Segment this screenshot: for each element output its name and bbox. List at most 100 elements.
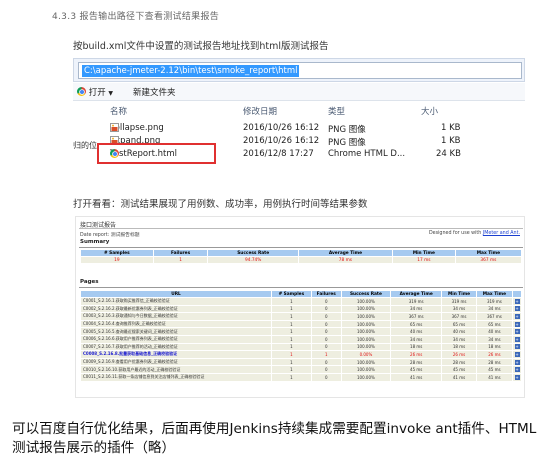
summary-value: 78 ms [298,257,392,263]
section-title: 4.3.3 报告输出路径下查看测试结果报告 [52,12,220,22]
cell-max: 40 ms [476,328,512,335]
table-row[interactable]: C0009_S.2.16.9.查看用户优惠券列表_正确校验验证 1 0 100.00%… [81,358,521,366]
summary-value: 19 [81,257,153,263]
cell-min: 319 ms [442,298,476,305]
expand-icon[interactable]: + [514,306,520,312]
file-size: 24 KB [436,149,461,159]
png-icon [110,123,119,132]
cell-failures: 0 [311,328,341,335]
chrome-icon [77,87,86,96]
summary-value: 94.74% [208,257,298,263]
cell-url[interactable]: C0007_S.2.16.7.获取用户推荐的活动_正确校验验证 [81,343,271,351]
cell-min: 34 ms [442,305,476,313]
table-row[interactable]: C0003_S.2.16.3.获取通知与今日数据_正确校验验证 1 0 100.00%… [81,313,521,320]
new-folder-button[interactable]: 新建文件夹 [133,86,176,98]
cell-samples: 1 [272,313,311,320]
pages-header: Failures [311,291,341,297]
cell-url[interactable]: C0009_S.2.16.9.查看用户优惠券列表_正确校验验证 [81,358,271,366]
summary-header: Average Time [298,250,392,256]
column-header-name[interactable]: 名称 [110,105,127,117]
table-row[interactable]: C0006_S.2.16.6.获取用户推荐券列表_正确校验验证 1 0 100.00%… [81,335,521,343]
divider [79,228,523,229]
column-header-modified[interactable]: 修改日期 [243,105,277,117]
jmeter-ant-link[interactable]: JMeter and Ant. [483,231,520,236]
pages-header: URL [81,291,271,297]
cell-url[interactable]: C0010_S.2.16.10.获取用户最近的活动_正确校验验证 [81,366,271,373]
cell-url[interactable]: C0006_S.2.16.6.获取用户推荐券列表_正确校验验证 [81,335,271,343]
expand-cell: + [513,328,521,335]
cell-url[interactable]: C0002_S.2.16.2.获取最新优惠券列表_正确校验验证 [81,305,271,313]
cell-url[interactable]: C0005_S.2.16.5.查询最近搜索关键词_正确校验验证 [81,328,271,335]
cell-min: 26 ms [442,351,476,358]
summary-heading: Summary [80,239,110,245]
expand-icon[interactable]: + [514,367,520,373]
column-header-size[interactable]: 大小 [421,105,438,117]
expand-icon[interactable]: + [514,336,520,342]
summary-header: Max Time [455,250,521,256]
table-row[interactable]: C0002_S.2.16.2.获取最新优惠券列表_正确校验验证 1 0 100.00%… [81,305,521,313]
expand-icon[interactable]: + [514,351,520,357]
column-header-type[interactable]: 类型 [328,105,345,117]
pages-body: C0001_S.2.16.1.获取购买推荐信_正确校验验证 1 0 100.00% 31… [81,298,521,381]
file-size: 1 KB [441,123,461,133]
table-row[interactable]: C0011_S.2.16.11.获取一条店铺信息到关注店铺列表_正确校验验证 1 0… [81,373,521,381]
summary-header-row: # Samples Failures Success Rate Average … [81,250,521,256]
cell-avg: 45 ms [391,366,442,373]
expand-cell: + [513,373,521,381]
table-row[interactable]: C0007_S.2.16.7.获取用户推荐的活动_正确校验验证 1 0 100.00%… [81,343,521,351]
pages-header: Min Time [442,291,476,297]
cell-failures: 0 [311,335,341,343]
cell-rate: 100.00% [341,358,391,366]
cell-url[interactable]: C0003_S.2.16.3.获取通知与今日数据_正确校验验证 [81,313,271,320]
table-row[interactable]: C0010_S.2.16.10.获取用户最近的活动_正确校验验证 1 0 100.00… [81,366,521,373]
expand-icon[interactable]: + [514,321,520,327]
table-row[interactable]: C0008_S.2.16.8.批量获取基础信息_正确校验验证 1 1 0.00% 26 … [81,351,521,358]
expand-cell: + [513,335,521,343]
cell-url[interactable]: C0008_S.2.16.8.批量获取基础信息_正确校验验证 [81,351,271,358]
expand-cell: + [513,305,521,313]
pages-header-row: URL # Samples Failures Success Rate Aver… [81,291,521,297]
cell-max: 65 ms [476,320,512,328]
address-field[interactable]: C:\apache-jmeter-2.12\bin\test\smoke_rep… [78,62,522,79]
expand-icon[interactable]: + [514,374,520,380]
cell-min: 40 ms [442,328,476,335]
cell-rate: 100.00% [341,305,391,313]
cell-samples: 1 [272,343,311,351]
cell-failures: 0 [311,373,341,381]
cell-rate: 100.00% [341,373,391,381]
cell-max: 41 ms [476,373,512,381]
file-explorer-screenshot: C:\apache-jmeter-2.12\bin\test\smoke_rep… [73,58,525,170]
cell-samples: 1 [272,358,311,366]
expand-icon[interactable]: + [514,298,520,304]
expand-icon[interactable]: + [514,313,520,319]
cell-avg: 319 ms [391,298,442,305]
cell-url[interactable]: C0011_S.2.16.11.获取一条店铺信息到关注店铺列表_正确校验验证 [81,373,271,381]
cell-url[interactable]: C0001_S.2.16.1.获取购买推荐信_正确校验验证 [81,298,271,305]
cell-failures: 0 [311,366,341,373]
cell-rate: 100.00% [341,298,391,305]
table-row[interactable]: C0001_S.2.16.1.获取购买推荐信_正确校验验证 1 0 100.00% 31… [81,298,521,305]
expand-icon[interactable]: + [514,359,520,365]
summary-value: 17 ms [392,257,455,263]
open-button[interactable]: 打开 ▼ [77,86,113,98]
cell-samples: 1 [272,366,311,373]
table-row[interactable]: C0004_S.2.16.4.查询推荐列表_正确校验验证 1 0 100.00% 65 … [81,320,521,328]
file-size: 1 KB [441,136,461,146]
file-modified: 2016/12/8 17:27 [243,149,314,159]
cell-samples: 1 [272,373,311,381]
cell-url[interactable]: C0004_S.2.16.4.查询推荐列表_正确校验验证 [81,320,271,328]
expand-icon[interactable]: + [514,329,520,335]
caption-report-overview: 打开看看：测试结果展现了用例数、成功率，用例执行时间等结果参数 [73,199,368,210]
file-row-collapse[interactable]: collapse.png 2016/10/26 16:12 PNG 图像 1 K… [73,123,525,136]
cell-min: 367 ms [442,313,476,320]
cell-samples: 1 [272,328,311,335]
summary-table: # Samples Failures Success Rate Average … [80,249,522,264]
address-bar[interactable]: C:\apache-jmeter-2.12\bin\test\smoke_rep… [73,58,525,82]
pages-table: URL # Samples Failures Success Rate Aver… [80,290,522,382]
expand-icon[interactable]: + [514,344,520,350]
table-row[interactable]: C0005_S.2.16.5.查询最近搜索关键词_正确校验验证 1 0 100.00%… [81,328,521,335]
cell-failures: 0 [311,343,341,351]
pages-header: # Samples [272,291,311,297]
pages-header: Average Time [391,291,442,297]
file-type: PNG 图像 [328,138,366,148]
